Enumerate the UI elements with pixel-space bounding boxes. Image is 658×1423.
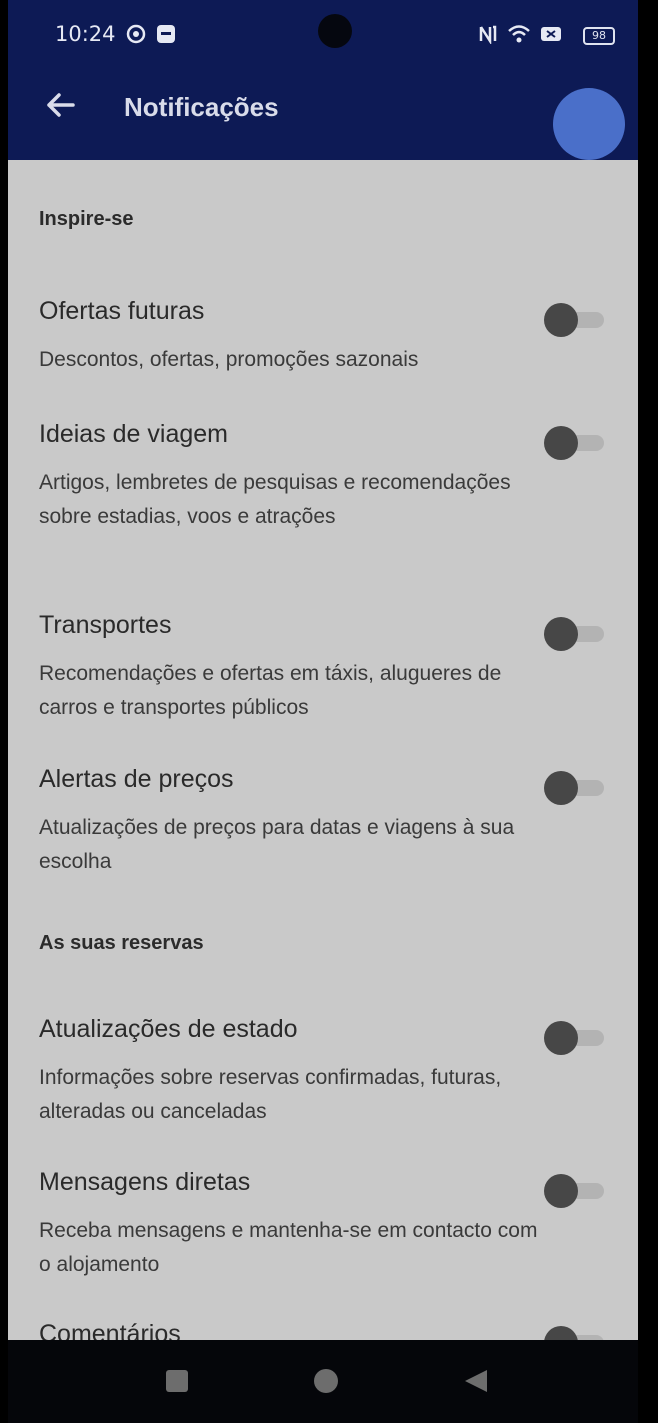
app-bar: Notificações [8, 70, 638, 160]
setting-title: Ideias de viagem [39, 420, 229, 448]
nfc-icon [478, 24, 498, 46]
section-title-reservas: As suas reservas [39, 932, 204, 954]
settings-status-icon [126, 24, 146, 44]
sim-icon [540, 24, 561, 44]
toggle-switch[interactable] [540, 426, 610, 460]
triangle-icon [463, 1368, 489, 1398]
phone-screen: 10:24 98 Notificações Inspire-se Ofertas… [8, 0, 638, 1423]
setting-description: Informações sobre reservas confirmadas, … [39, 1066, 502, 1123]
avatar[interactable] [553, 88, 625, 160]
nav-back-button[interactable] [455, 1362, 497, 1404]
setting-title: Mensagens diretas [39, 1168, 251, 1196]
setting-description: Descontos, ofertas, promoções sazonais [39, 348, 419, 371]
home-button[interactable] [305, 1362, 347, 1404]
setting-title: Atualizações de estado [39, 1015, 298, 1043]
toggle-switch[interactable] [540, 771, 610, 805]
wifi-icon [508, 24, 530, 44]
setting-title: Alertas de preços [39, 765, 234, 793]
toggle-switch[interactable] [540, 1021, 610, 1055]
back-arrow-icon [43, 87, 79, 127]
setting-description: Recomendações e ofertas em táxis, alugue… [39, 662, 502, 719]
page-title: Notificações [124, 92, 279, 122]
setting-title: Transportes [39, 611, 172, 639]
toggle-switch[interactable] [540, 303, 610, 337]
setting-title: Comentários [39, 1320, 181, 1340]
setting-description: Receba mensagens e mantenha-se em contac… [39, 1219, 538, 1276]
toggle-switch[interactable] [540, 1326, 610, 1340]
toggle-switch[interactable] [540, 1174, 610, 1208]
recents-button[interactable] [156, 1362, 198, 1404]
battery-indicator: 98 [583, 27, 615, 45]
setting-description: Artigos, lembretes de pesquisas e recome… [39, 471, 511, 528]
status-time: 10:24 [55, 22, 116, 46]
system-nav-bar [8, 1340, 638, 1423]
notification-status-icon [156, 24, 176, 44]
camera-cutout [318, 14, 352, 48]
toggle-switch[interactable] [540, 617, 610, 651]
back-button[interactable] [38, 84, 84, 130]
square-icon [164, 1368, 190, 1398]
status-bar: 10:24 98 [8, 0, 638, 70]
notifications-list: Inspire-se Ofertas futuras Descontos, of… [8, 160, 638, 1340]
setting-description: Atualizações de preços para datas e viag… [39, 816, 515, 873]
circle-icon [313, 1368, 339, 1398]
setting-title: Ofertas futuras [39, 297, 205, 325]
section-title-inspire: Inspire-se [39, 208, 134, 230]
